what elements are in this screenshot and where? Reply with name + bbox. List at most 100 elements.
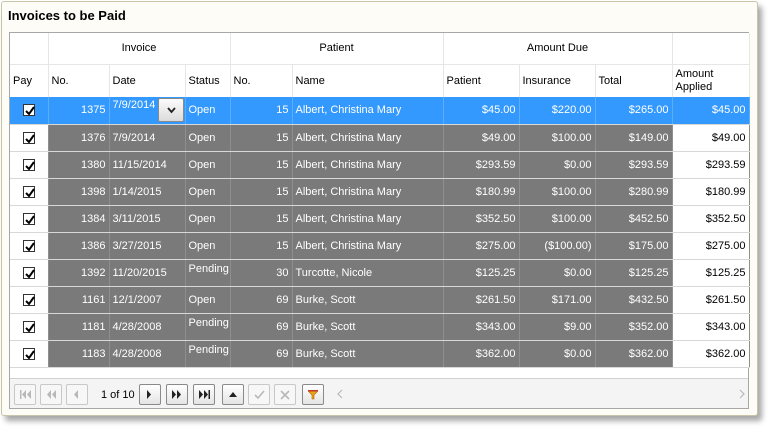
patient-no-cell: 69: [230, 313, 293, 341]
total-amount-cell: $432.50: [595, 286, 673, 314]
total-amount-cell: $175.00: [595, 232, 673, 260]
pay-cell: [10, 232, 49, 260]
date-cell: 4/28/2008: [109, 313, 186, 341]
invoice-no-cell: 1386: [48, 232, 110, 260]
col-header-amount-applied[interactable]: Amount Applied: [672, 64, 750, 97]
insurance-amount-cell: ($100.00): [519, 232, 596, 260]
pay-cell: [10, 313, 49, 341]
date-cell[interactable]: 7/9/2014: [109, 97, 186, 125]
group-header-patient: Patient: [230, 33, 444, 65]
pay-checkbox[interactable]: [22, 104, 35, 117]
pay-checkbox[interactable]: [22, 158, 35, 171]
next-page-button[interactable]: [139, 384, 161, 405]
pay-checkbox[interactable]: [22, 239, 35, 252]
col-header-invoice-no[interactable]: No.: [48, 64, 110, 97]
amount-applied-cell[interactable]: $275.00: [672, 232, 750, 260]
pay-checkbox[interactable]: [22, 185, 35, 198]
status-cell: Open: [185, 205, 231, 233]
last-page-button[interactable]: [193, 384, 215, 405]
patient-no-cell: 15: [230, 205, 293, 233]
col-header-date[interactable]: Date: [109, 64, 186, 97]
accept-button[interactable]: [248, 384, 270, 405]
previous-block-button[interactable]: [40, 384, 62, 405]
table-row[interactable]: 1376 7/9/2014 Open 15 Albert, Christina Mary…: [10, 124, 750, 152]
invoice-no-cell: 1181: [48, 313, 110, 341]
pay-checkbox[interactable]: [22, 131, 35, 144]
table-row[interactable]: 1375 7/9/2014 Open 15 Albert, Christina Mary…: [10, 97, 750, 125]
table-row[interactable]: 1161 12/1/2007 Open 69 Burke, Scott $261.50 $1…: [10, 286, 750, 314]
patient-amount-cell: $343.00: [443, 313, 520, 341]
date-dropdown-button[interactable]: [157, 98, 184, 122]
col-header-patient-no[interactable]: No.: [230, 64, 293, 97]
status-cell: Open: [185, 232, 231, 260]
amount-applied-cell[interactable]: $362.00: [672, 340, 750, 368]
date-cell: 7/9/2014: [109, 124, 186, 152]
patient-amount-cell: $261.50: [443, 286, 520, 314]
col-header-patient-amount[interactable]: Patient: [443, 64, 520, 97]
next-block-button[interactable]: [166, 384, 188, 405]
scroll-right-icon[interactable]: [739, 389, 745, 402]
table-row[interactable]: 1384 3/11/2015 Open 15 Albert, Christina Mar…: [10, 205, 750, 233]
previous-page-button[interactable]: [66, 384, 88, 405]
patient-name-cell: Albert, Christina Mary: [292, 124, 444, 152]
patient-no-cell: 15: [230, 124, 293, 152]
group-header-empty: [10, 33, 49, 65]
col-header-pay[interactable]: Pay: [10, 64, 49, 97]
col-header-name[interactable]: Name: [292, 64, 444, 97]
total-amount-cell: $265.00: [595, 97, 673, 125]
invoice-no-cell: 1384: [48, 205, 110, 233]
col-header-status[interactable]: Status: [185, 64, 231, 97]
patient-name-cell: Albert, Christina Mary: [292, 97, 444, 125]
cancel-button[interactable]: [274, 384, 296, 405]
amount-applied-cell[interactable]: $352.50: [672, 205, 750, 233]
total-amount-cell: $125.25: [595, 259, 673, 287]
invoice-no-cell: 1375: [48, 97, 110, 125]
horizontal-scrollbar[interactable]: [333, 384, 747, 405]
insurance-amount-cell: $0.00: [519, 340, 596, 368]
pay-cell: [10, 97, 49, 125]
patient-amount-cell: $352.50: [443, 205, 520, 233]
pay-cell: [10, 286, 49, 314]
insurance-amount-cell: $100.00: [519, 178, 596, 206]
amount-applied-cell[interactable]: $261.50: [672, 286, 750, 314]
first-page-button[interactable]: [14, 384, 36, 405]
date-cell: 11/20/2015: [109, 259, 186, 287]
insurance-amount-cell: $100.00: [519, 124, 596, 152]
total-amount-cell: $352.00: [595, 313, 673, 341]
amount-applied-cell[interactable]: $125.25: [672, 259, 750, 287]
pay-checkbox[interactable]: [22, 347, 35, 360]
invoice-no-cell: 1183: [48, 340, 110, 368]
filter-button[interactable]: [302, 384, 324, 405]
col-header-insurance[interactable]: Insurance: [519, 64, 596, 97]
patient-no-cell: 15: [230, 97, 293, 125]
table-row[interactable]: 1386 3/27/2015 Open 15 Albert, Christina Mar…: [10, 232, 750, 260]
col-header-amount-applied-line1: Amount: [675, 67, 714, 80]
pay-checkbox[interactable]: [22, 266, 35, 279]
col-header-total[interactable]: Total: [595, 64, 673, 97]
table-row[interactable]: 1380 11/15/2014 Open 15 Albert, Christina Ma…: [10, 151, 750, 179]
invoices-window: Invoices to be Paid Invoice Patient Amou…: [1, 1, 758, 416]
patient-name-cell: Albert, Christina Mary: [292, 205, 444, 233]
table-row[interactable]: 1181 4/28/2008 Pending 69 Burke, Scott $343.0…: [10, 313, 750, 341]
invoice-grid: Invoice Patient Amount Due Pay No. Date …: [9, 32, 750, 409]
grid-body: 1375 7/9/2014 Open 15 Albert, Christina Mary…: [10, 97, 750, 368]
date-cell: 11/15/2014: [109, 151, 186, 179]
patient-amount-cell: $275.00: [443, 232, 520, 260]
pay-checkbox[interactable]: [22, 212, 35, 225]
amount-applied-cell[interactable]: $180.99: [672, 178, 750, 206]
patient-amount-cell: $125.25: [443, 259, 520, 287]
insurance-amount-cell: $100.00: [519, 205, 596, 233]
amount-applied-cell[interactable]: $293.59: [672, 151, 750, 179]
table-row[interactable]: 1398 1/14/2015 Open 15 Albert, Christina Mar…: [10, 178, 750, 206]
move-up-button[interactable]: [222, 384, 244, 405]
patient-name-cell: Albert, Christina Mary: [292, 232, 444, 260]
pay-checkbox[interactable]: [22, 293, 35, 306]
status-cell: Pending: [185, 313, 231, 341]
table-row[interactable]: 1392 11/20/2015 Pending 30 Turcotte, Nicole $…: [10, 259, 750, 287]
scroll-left-icon[interactable]: [337, 389, 343, 402]
amount-applied-cell[interactable]: $49.00: [672, 124, 750, 152]
amount-applied-cell[interactable]: $343.00: [672, 313, 750, 341]
pay-checkbox[interactable]: [22, 320, 35, 333]
table-row[interactable]: 1183 4/28/2008 Pending 69 Burke, Scott $362.0…: [10, 340, 750, 368]
amount-applied-cell[interactable]: $45.00: [672, 97, 750, 125]
